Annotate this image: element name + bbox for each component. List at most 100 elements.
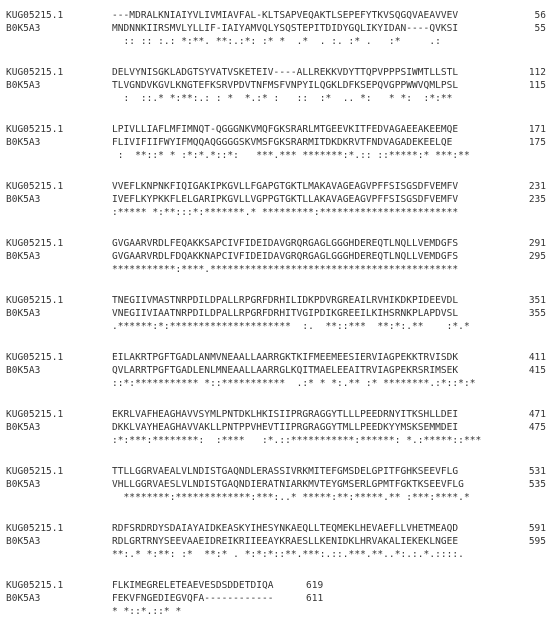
residue-position: 175 (528, 137, 546, 148)
sequence-residues: ---MDRALKNIAIYVLIVMIAVFAL-KLTSAPVEQAKTLS… (112, 10, 459, 21)
alignment-block: KUG05215.1 VVEFLKNPNKFIQIGAKIPKGVLLFGAPGT… (6, 180, 546, 237)
sequence-id: KUG05215.1 (6, 238, 64, 249)
sequence-id: KUG05215.1 (6, 409, 64, 420)
sequence-id: KUG05215.1 (6, 181, 64, 192)
sequence-residues: DELVYNISGKLADGTSYVATVSKETEIV----ALLREKKV… (112, 67, 459, 78)
sequence-row: KUG05215.1 TNEGIIVMASTNRPDILDPALLRPGRFDRH… (6, 294, 546, 307)
sequence-id: B0K5A3 (6, 479, 41, 490)
sequence-residues: RDLGRTRNYSEEVAAEIDREIKRIIEEAYKRAESLLKENI… (112, 536, 459, 547)
consensus-symbols: ***********:****.***********************… (112, 264, 459, 275)
residue-position: 115 (528, 80, 546, 91)
consensus-row: * *::*.::* * (6, 605, 546, 618)
sequence-row: B0K5A3 VHLLGGRVAESLVLNDISTGAQNDIERATNIARK… (6, 478, 546, 491)
sequence-residues: GVGAARVRDLFEQAKKSAPCIVFIDEIDAVGRQRGAGLGG… (112, 238, 459, 249)
sequence-row: KUG05215.1 ---MDRALKNIAIYVLIVMIAVFAL-KLTS… (6, 9, 546, 22)
sequence-row: KUG05215.1 FLKIMEGRELETEAEVESDSDDETDIQA 61… (6, 579, 546, 592)
residue-position: 531 (528, 466, 546, 477)
consensus-symbols: :***** *:**:::*:*******.* *********:****… (112, 207, 459, 218)
residue-position: 619 (306, 580, 324, 591)
sequence-row: KUG05215.1 RDFSRDRDYSDAIAYAIDKEASKYIHESYN… (6, 522, 546, 535)
sequence-residues: QVLARRTPGFTGADLENLMNEAALLAARRGLKQITMAELE… (112, 365, 459, 376)
sequence-row: B0K5A3 FLIVIFIIFWYIFMQQAQGGGGSKVMSFGKSRAR… (6, 136, 546, 149)
sequence-id: B0K5A3 (6, 422, 41, 433)
sequence-row: B0K5A3 MNDNNKIIRSMVLYLLIF-IAIYAMVQLYSQSTE… (6, 22, 546, 35)
sequence-row: KUG05215.1 TTLLGGRVAEALVLNDISTGAQNDLERASS… (6, 465, 546, 478)
sequence-id: KUG05215.1 (6, 580, 64, 591)
consensus-symbols: * *::*.::* * (112, 606, 182, 617)
residue-position: 611 (306, 593, 324, 604)
sequence-id: KUG05215.1 (6, 295, 64, 306)
alignment-block: KUG05215.1 FLKIMEGRELETEAEVESDSDDETDIQA 61… (6, 579, 546, 636)
consensus-row: : **::* * :*:*.*::*: ***.*** *******:*.:… (6, 149, 546, 162)
sequence-id: KUG05215.1 (6, 10, 64, 21)
sequence-residues: TNEGIIVMASTNRPDILDPALLRPGRFDRHILIDKPDVRG… (112, 295, 459, 306)
residue-position: 295 (528, 251, 546, 262)
sequence-id: B0K5A3 (6, 308, 41, 319)
sequence-row: KUG05215.1 GVGAARVRDLFEQAKKSAPCIVFIDEIDAV… (6, 237, 546, 250)
sequence-id: B0K5A3 (6, 365, 41, 376)
consensus-row: **:.* *:**: :* **:* . *:*:*::**.***:.::.… (6, 548, 546, 561)
residue-position: 55 (534, 23, 546, 34)
residue-position: 291 (528, 238, 546, 249)
sequence-residues: EILAKRTPGFTGADLANMVNEAALLAARRGKTKIFMEEME… (112, 352, 459, 363)
sequence-row: B0K5A3 GVGAARVRDLFDQAKKNAPCIVFIDEIDAVGRQR… (6, 250, 546, 263)
consensus-row: ::*:*********** *::*********** .:* * *:.… (6, 377, 546, 390)
consensus-row: .******:*:********************* :. **::*… (6, 320, 546, 333)
alignment-block: KUG05215.1 EKRLVAFHEAGHAVVSYMLPNTDKLHKISI… (6, 408, 546, 465)
sequence-residues: RDFSRDRDYSDAIAYAIDKEASKYIHESYNKAEQLLTEQM… (112, 523, 459, 534)
sequence-id: KUG05215.1 (6, 352, 64, 363)
residue-position: 56 (534, 10, 546, 21)
consensus-symbols: :: :: :.: *:**. **:.:*: :* * .* . :. :* … (112, 36, 453, 47)
sequence-residues: EKRLVAFHEAGHAVVSYMLPNTDKLHKISIIPRGRAGGYT… (112, 409, 459, 420)
sequence-id: KUG05215.1 (6, 124, 64, 135)
consensus-row: ********:*************:***:..* *****:**:… (6, 491, 546, 504)
sequence-residues: VHLLGGRVAESLVLNDISTGAQNDIERATNIARKMVTEYG… (112, 479, 464, 490)
sequence-residues: LPIVLLIAFLMFIMNQT-QGGGNKVMQFGKSRARLMTGEE… (112, 124, 459, 135)
sequence-row: B0K5A3 TLVGNDVKGVLKNGTEFKSRVPDVTNFMSFVNPY… (6, 79, 546, 92)
sequence-row: KUG05215.1 VVEFLKNPNKFIQIGAKIPKGVLLFGAPGT… (6, 180, 546, 193)
consensus-symbols: **:.* *:**: :* **:* . *:*:*::**.***:.::.… (112, 549, 464, 560)
alignment-block: KUG05215.1 GVGAARVRDLFEQAKKSAPCIVFIDEIDAV… (6, 237, 546, 294)
consensus-row: :***** *:**:::*:*******.* *********:****… (6, 206, 546, 219)
residue-position: 235 (528, 194, 546, 205)
residue-position: 471 (528, 409, 546, 420)
sequence-residues: GVGAARVRDLFDQAKKNAPCIVFIDEIDAVGRQRGAGLGG… (112, 251, 459, 262)
residue-position: 171 (528, 124, 546, 135)
consensus-symbols: :*:***:********: :**** :*.::***********:… (112, 435, 482, 446)
residue-position: 112 (528, 67, 546, 78)
residue-position: 355 (528, 308, 546, 319)
consensus-row: ***********:****.***********************… (6, 263, 546, 276)
sequence-id: KUG05215.1 (6, 523, 64, 534)
residue-position: 591 (528, 523, 546, 534)
consensus-row: :: :: :.: *:**. **:.:*: :* * .* . :. :* … (6, 35, 546, 48)
sequence-id: B0K5A3 (6, 194, 41, 205)
sequence-row: KUG05215.1 LPIVLLIAFLMFIMNQT-QGGGNKVMQFGK… (6, 123, 546, 136)
sequence-row: KUG05215.1 DELVYNISGKLADGTSYVATVSKETEIV--… (6, 66, 546, 79)
residue-position: 595 (528, 536, 546, 547)
consensus-symbols: ::*:*********** *::*********** .:* * *:.… (112, 378, 476, 389)
consensus-row: : ::.* *:**:.: : * *.:* : :: :* .. *: * … (6, 92, 546, 105)
consensus-symbols: ********:*************:***:..* *****:**:… (112, 492, 470, 503)
sequence-residues: VVEFLKNPNKFIQIGAKIPKGVLLFGAPGTGKTLMAKAVA… (112, 181, 459, 192)
alignment-block: KUG05215.1 DELVYNISGKLADGTSYVATVSKETEIV--… (6, 66, 546, 123)
residue-position: 535 (528, 479, 546, 490)
sequence-id: B0K5A3 (6, 137, 41, 148)
consensus-row: :*:***:********: :**** :*.::***********:… (6, 434, 546, 447)
sequence-row: B0K5A3 QVLARRTPGFTGADLENLMNEAALLAARRGLKQI… (6, 364, 546, 377)
sequence-id: B0K5A3 (6, 23, 41, 34)
residue-position: 475 (528, 422, 546, 433)
sequence-residues: FLIVIFIIFWYIFMQQAQGGGGSKVMSFGKSRARMITDKD… (112, 137, 453, 148)
sequence-residues: TTLLGGRVAEALVLNDISTGAQNDLERASSIVRKMITEFG… (112, 466, 459, 477)
consensus-symbols: : **::* * :*:*.*::*: ***.*** *******:*.:… (112, 150, 470, 161)
sequence-row: B0K5A3 FEKVFNGEDIEGVQFA------------ 611 (6, 592, 546, 605)
alignment-block: KUG05215.1 RDFSRDRDYSDAIAYAIDKEASKYIHESYN… (6, 522, 546, 579)
sequence-id: B0K5A3 (6, 536, 41, 547)
sequence-id: B0K5A3 (6, 593, 41, 604)
residue-position: 231 (528, 181, 546, 192)
sequence-id: B0K5A3 (6, 80, 41, 91)
sequence-row: B0K5A3 DKKLVAYHEAGHAVVAKLLPNTPPVHEVTIIPRG… (6, 421, 546, 434)
sequence-id: KUG05215.1 (6, 466, 64, 477)
residue-position: 351 (528, 295, 546, 306)
sequence-row: B0K5A3 VNEGIIVIAATNRPDILDPALLRPGRFDRHITVG… (6, 307, 546, 320)
alignment-block: KUG05215.1 TTLLGGRVAEALVLNDISTGAQNDLERASS… (6, 465, 546, 522)
